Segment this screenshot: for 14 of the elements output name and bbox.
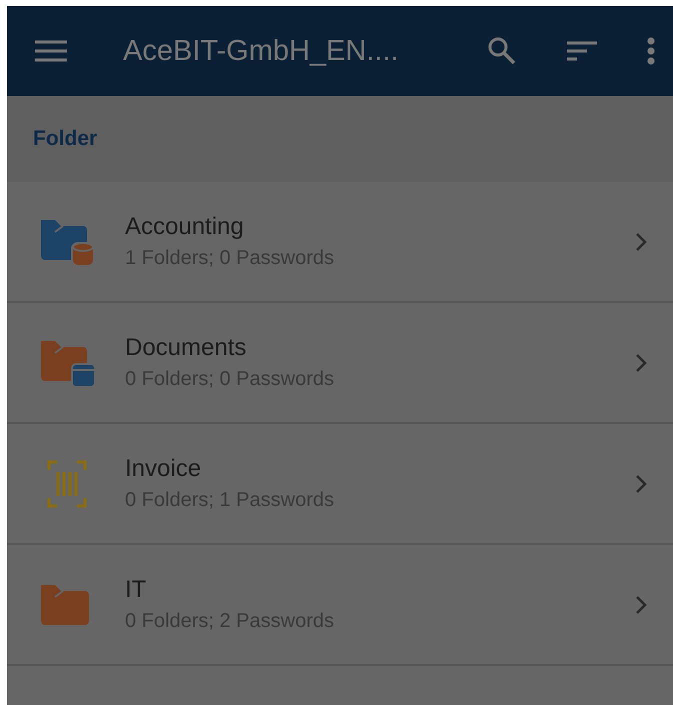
more-options-button[interactable] xyxy=(647,37,655,65)
item-title: Invoice xyxy=(125,455,202,483)
section-header: Folder xyxy=(33,127,98,151)
item-title: Accounting xyxy=(125,213,245,241)
chevron-right-icon xyxy=(635,232,647,252)
menu-button[interactable] xyxy=(35,40,67,62)
chevron-right-icon xyxy=(635,594,647,614)
app-title: AceBIT-GmbH_EN.... xyxy=(123,34,400,68)
item-title: Documents xyxy=(125,334,248,362)
sort-button[interactable] xyxy=(567,41,597,61)
chevron-right-icon xyxy=(635,474,647,494)
chevron-right-icon xyxy=(635,352,647,372)
item-title: IT xyxy=(125,576,148,604)
search-button[interactable] xyxy=(487,36,517,66)
